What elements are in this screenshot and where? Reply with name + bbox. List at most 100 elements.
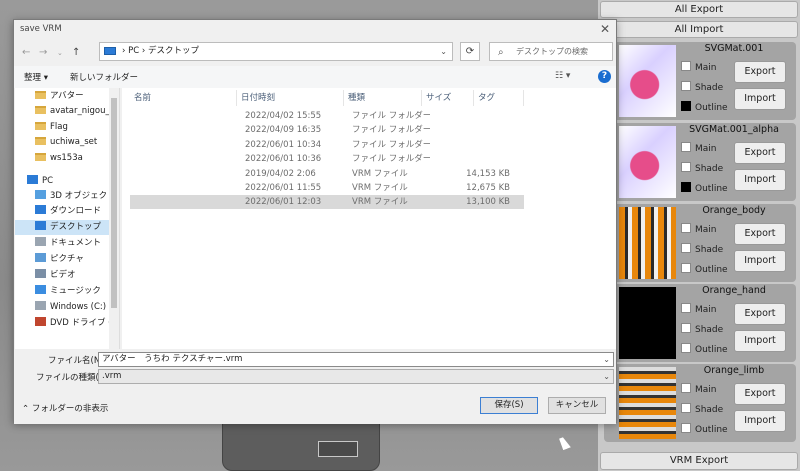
main-checkbox[interactable] <box>681 383 691 393</box>
view-options-icon[interactable]: ☷ ▾ <box>555 71 570 81</box>
filetype-dropdown-icon[interactable]: ⌄ <box>603 370 610 383</box>
nav-item-desktop[interactable]: デスクトップ <box>15 220 109 235</box>
nav-item-label: デスクトップ <box>50 222 102 232</box>
material-thumbnail <box>619 207 676 279</box>
shade-checkbox[interactable] <box>681 323 691 333</box>
save-button[interactable]: 保存(S) <box>480 397 538 414</box>
main-label: Main <box>695 63 717 73</box>
nav-item-video[interactable]: ビデオ <box>15 268 109 283</box>
outline-toggle[interactable]: Outline <box>681 343 728 355</box>
shade-toggle[interactable]: Shade <box>681 323 723 335</box>
shade-toggle[interactable]: Shade <box>681 243 723 255</box>
file-row[interactable]: アバター うちわ テクス... 2022/06/01 12:03 VRM ファイ… <box>130 195 524 210</box>
nav-item-folder[interactable]: uchiwa_set <box>15 135 109 150</box>
folder-icon <box>35 91 46 99</box>
nav-item-label: アバター <box>50 91 84 101</box>
column-type[interactable]: 種類 <box>344 90 422 106</box>
forward-arrow-icon[interactable]: → <box>39 47 47 58</box>
outline-checkbox[interactable] <box>681 263 691 273</box>
filename-input[interactable]: アバター うちわ テクスチャー.vrm ⌄ <box>98 352 614 367</box>
refresh-icon[interactable]: ⟳ <box>460 42 480 61</box>
export-button[interactable]: Export <box>734 303 786 325</box>
all-import-button[interactable]: All Import <box>600 21 798 38</box>
help-icon[interactable]: ? <box>598 70 611 83</box>
close-icon[interactable]: ✕ <box>600 22 610 36</box>
file-row[interactable]: uchiwa_set 2022/06/01 10:36 ファイル フォルダー <box>130 152 524 166</box>
nav-item-dvd[interactable]: DVD ドライブ (D:) <box>15 316 109 331</box>
outline-toggle[interactable]: Outline <box>681 182 728 194</box>
filetype-select[interactable]: .vrm ⌄ <box>98 369 614 384</box>
cancel-button[interactable]: キャンセル <box>548 397 606 414</box>
column-date[interactable]: 日付時刻 <box>237 90 344 106</box>
organize-menu[interactable]: 整理 ▾ <box>24 71 48 83</box>
column-tag[interactable]: タグ <box>474 90 524 106</box>
nav-item-3d[interactable]: 3D オブジェクト <box>15 189 109 204</box>
search-box[interactable]: ⌕ デスクトップの検索 <box>489 42 613 61</box>
nav-scrollbar[interactable] <box>109 88 119 368</box>
nav-item-download[interactable]: ダウンロード <box>15 204 109 219</box>
new-folder-button[interactable]: 新しいフォルダー <box>70 71 138 83</box>
file-row[interactable]: 新しいフォルダー 2022/06/01 10:34 ファイル フォルダー <box>130 138 524 152</box>
shade-checkbox[interactable] <box>681 403 691 413</box>
file-date: 2022/06/01 10:36 <box>245 154 322 165</box>
nav-scroll-thumb[interactable] <box>111 98 117 308</box>
outline-toggle[interactable]: Outline <box>681 263 728 275</box>
shade-toggle[interactable]: Shade <box>681 403 723 415</box>
nav-item-pc[interactable]: PC <box>15 174 109 189</box>
outline-checkbox[interactable] <box>681 101 691 111</box>
nav-item-folder[interactable]: ws153a <box>15 151 109 166</box>
import-button[interactable]: Import <box>734 330 786 352</box>
import-button[interactable]: Import <box>734 410 786 432</box>
shade-label: Shade <box>695 83 724 93</box>
main-toggle[interactable]: Main <box>681 383 717 395</box>
all-export-button[interactable]: All Export <box>600 1 798 18</box>
shade-checkbox[interactable] <box>681 81 691 91</box>
import-button[interactable]: Import <box>734 169 786 191</box>
shade-checkbox[interactable] <box>681 243 691 253</box>
file-row[interactable]: VRM_PartsAdder 2022/04/02 15:55 ファイル フォル… <box>130 109 524 123</box>
nav-item-drive[interactable]: Windows (C:) <box>15 300 109 315</box>
column-name[interactable]: 名前 <box>130 90 237 106</box>
back-arrow-icon[interactable]: ← <box>22 47 30 58</box>
export-button[interactable]: Export <box>734 223 786 245</box>
export-button[interactable]: Export <box>734 61 786 83</box>
outline-checkbox[interactable] <box>681 343 691 353</box>
address-bar[interactable]: › PC › デスクトップ ⌄ <box>99 42 453 61</box>
import-button[interactable]: Import <box>734 250 786 272</box>
outline-toggle[interactable]: Outline <box>681 423 728 435</box>
file-row[interactable]: アバター うちわ.vrm 2022/06/01 11:55 VRM ファイル 1… <box>130 181 524 195</box>
nav-item-doc[interactable]: ドキュメント <box>15 236 109 251</box>
up-arrow-icon[interactable]: ↑ <box>72 47 80 58</box>
import-button[interactable]: Import <box>734 88 786 110</box>
nav-item-pic[interactable]: ピクチャ <box>15 252 109 267</box>
hide-folders-toggle[interactable]: ⌃ フォルダーの非表示 <box>22 402 108 414</box>
nav-item-folder[interactable]: アバター <box>15 89 109 104</box>
toolbar: 整理 ▾ 新しいフォルダー ☷ ▾ ? <box>14 66 616 88</box>
main-checkbox[interactable] <box>681 303 691 313</box>
outline-checkbox[interactable] <box>681 423 691 433</box>
shade-toggle[interactable]: Shade <box>681 162 723 174</box>
filename-dropdown-icon[interactable]: ⌄ <box>603 353 610 366</box>
export-button[interactable]: Export <box>734 142 786 164</box>
outline-toggle[interactable]: Outline <box>681 101 728 113</box>
main-toggle[interactable]: Main <box>681 142 717 154</box>
vrm-export-button[interactable]: VRM Export <box>600 452 798 470</box>
outline-checkbox[interactable] <box>681 182 691 192</box>
file-row[interactable]: アバター.vrm 2019/04/02 2:06 VRM ファイル 14,153… <box>130 167 524 181</box>
nav-item-music[interactable]: ミュージック <box>15 284 109 299</box>
column-size[interactable]: サイズ <box>422 90 474 106</box>
file-row[interactable]: VRM_TextureReplacer 2022/04/09 16:35 ファイ… <box>130 123 524 137</box>
recent-dropdown-icon[interactable]: ⌄ <box>57 49 63 57</box>
shade-toggle[interactable]: Shade <box>681 81 723 93</box>
nav-item-folder[interactable]: avatar_nigou_Or <box>15 104 109 119</box>
shade-checkbox[interactable] <box>681 162 691 172</box>
nav-item-folder[interactable]: Flag <box>15 120 109 135</box>
main-toggle[interactable]: Main <box>681 61 717 73</box>
main-checkbox[interactable] <box>681 142 691 152</box>
main-toggle[interactable]: Main <box>681 303 717 315</box>
main-checkbox[interactable] <box>681 61 691 71</box>
export-button[interactable]: Export <box>734 383 786 405</box>
main-toggle[interactable]: Main <box>681 223 717 235</box>
main-checkbox[interactable] <box>681 223 691 233</box>
address-dropdown-icon[interactable]: ⌄ <box>440 43 447 60</box>
